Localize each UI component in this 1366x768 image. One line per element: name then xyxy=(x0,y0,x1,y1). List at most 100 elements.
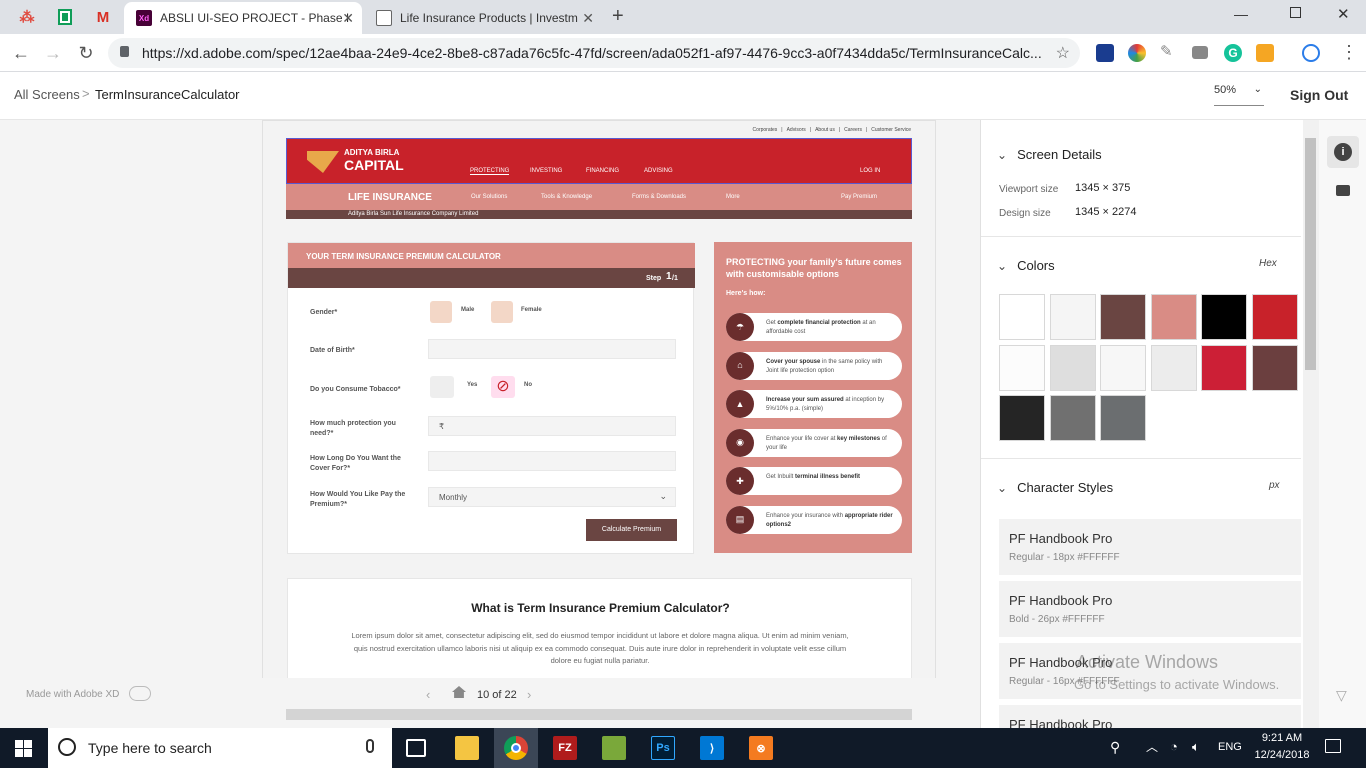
color-swatch[interactable] xyxy=(999,395,1045,441)
color-swatch[interactable] xyxy=(1100,395,1146,441)
nav-financing[interactable]: FINANCING xyxy=(586,168,619,174)
task-view-icon[interactable] xyxy=(406,739,426,757)
color-swatch[interactable] xyxy=(1049,344,1096,391)
subnav-tools[interactable]: Tools & Knowledge xyxy=(541,194,592,200)
asana-pinned-tab-icon[interactable]: ⁂ xyxy=(8,3,46,31)
chrome-taskbar-active[interactable] xyxy=(494,728,538,768)
people-icon[interactable]: ⚲ xyxy=(1110,739,1120,756)
screen-details-header[interactable]: ⌄ Screen Details xyxy=(997,147,1102,162)
gmail-pinned-tab-icon[interactable]: M xyxy=(84,3,122,31)
color-swatch[interactable] xyxy=(1251,294,1298,340)
cover-field[interactable] xyxy=(428,451,676,471)
login-link[interactable]: LOG IN xyxy=(860,168,880,174)
vscode-icon[interactable]: ⟩ xyxy=(700,736,724,760)
color-swatch[interactable] xyxy=(1201,294,1247,340)
file-explorer-icon[interactable] xyxy=(455,736,479,760)
top-link[interactable]: About us xyxy=(815,127,835,133)
action-center-icon[interactable] xyxy=(1325,739,1341,753)
prev-screen-icon[interactable]: ‹ xyxy=(426,687,430,702)
char-styles-header[interactable]: ⌄ Character Styles xyxy=(997,480,1113,495)
grammarly-extension-icon[interactable]: G xyxy=(1224,44,1242,62)
horizontal-scrollbar[interactable] xyxy=(286,709,912,720)
forward-icon[interactable]: → xyxy=(40,40,66,66)
color-swatch[interactable] xyxy=(1150,344,1197,391)
news-extension-icon[interactable] xyxy=(1096,44,1114,62)
menu-kebab-icon[interactable]: ⋮ xyxy=(1340,42,1358,62)
color-swatch[interactable] xyxy=(999,294,1045,340)
filter-icon[interactable]: ▽ xyxy=(1336,687,1347,704)
zoom-select[interactable]: 50% ⌄ xyxy=(1214,84,1264,106)
no-tobacco-icon[interactable]: ⊘ xyxy=(491,376,515,398)
restore-icon[interactable] xyxy=(1290,7,1301,18)
color-swatch[interactable] xyxy=(1100,294,1146,340)
sign-out-button[interactable]: Sign Out xyxy=(1290,87,1348,103)
info-tab[interactable]: i xyxy=(1327,136,1359,168)
char-style-item[interactable]: PF Handbook Pro Regular - 18px #FFFFFF xyxy=(999,519,1301,575)
top-link[interactable]: Customer Service xyxy=(871,127,911,133)
new-tab-icon[interactable]: + xyxy=(612,5,624,28)
home-icon[interactable] xyxy=(452,686,466,698)
calculate-premium-button[interactable]: Calculate Premium xyxy=(586,519,677,541)
color-picker-extension-icon[interactable] xyxy=(1128,44,1146,62)
camera-extension-icon[interactable] xyxy=(1192,46,1208,59)
top-link[interactable]: Careers xyxy=(844,127,862,133)
panel-scrollbar[interactable] xyxy=(1303,120,1319,728)
photoshop-icon[interactable]: Ps xyxy=(651,736,675,760)
globe-extension-icon[interactable] xyxy=(1302,44,1320,62)
color-swatch[interactable] xyxy=(1100,344,1146,391)
scrollbar-thumb[interactable] xyxy=(1305,138,1316,370)
comment-icon[interactable] xyxy=(1336,185,1350,196)
subnav-more[interactable]: More xyxy=(726,194,740,200)
filezilla-icon[interactable]: FZ xyxy=(553,736,577,760)
color-swatch[interactable] xyxy=(1150,294,1197,340)
tab-life-insurance[interactable]: Life Insurance Products | Investm ✕ xyxy=(364,2,602,34)
pay-premium-link[interactable]: Pay Premium xyxy=(841,194,877,200)
wifi-icon[interactable]: ◔ xyxy=(1170,739,1178,754)
clock-time[interactable]: 9:21 AM xyxy=(1254,732,1310,744)
all-screens-link[interactable]: All Screens xyxy=(14,87,80,102)
sheets-pinned-tab-icon[interactable] xyxy=(46,3,84,31)
next-screen-icon[interactable]: › xyxy=(527,687,531,702)
subnav-solutions[interactable]: Our Solutions xyxy=(471,194,507,200)
language-indicator[interactable]: ENG xyxy=(1218,741,1242,753)
char-style-item[interactable]: PF Handbook Pro Bold - 26px #FFFFFF xyxy=(999,581,1301,637)
top-link[interactable]: Corporates xyxy=(753,127,778,133)
pay-select[interactable]: Monthly ⌄ xyxy=(428,487,676,507)
color-swatch[interactable] xyxy=(1049,294,1096,340)
color-swatch[interactable] xyxy=(1251,344,1298,391)
xampp-icon[interactable]: ⊗ xyxy=(749,736,773,760)
volume-icon[interactable]: 🔈︎ xyxy=(1192,739,1200,755)
tobacco-yes-icon[interactable] xyxy=(430,376,454,398)
top-link[interactable]: Advisors xyxy=(787,127,806,133)
female-avatar-icon[interactable] xyxy=(491,301,513,323)
close-tab-icon[interactable]: ✕ xyxy=(582,10,594,27)
tab-xd-project[interactable]: Xd ABSLI UI-SEO PROJECT - Phase I ✕ xyxy=(124,2,362,34)
color-swatch[interactable] xyxy=(1049,395,1096,441)
notepad-plus-icon[interactable] xyxy=(602,736,626,760)
reload-icon[interactable]: ↻ xyxy=(73,40,99,66)
bookmark-star-icon[interactable]: ☆ xyxy=(1056,43,1070,63)
subnav-forms[interactable]: Forms & Downloads xyxy=(632,194,686,200)
taskbar-search-input[interactable]: Type here to search xyxy=(48,728,392,768)
show-hidden-icons-icon[interactable]: ︿ xyxy=(1146,738,1158,755)
close-tab-icon[interactable]: ✕ xyxy=(342,10,354,27)
clock-date[interactable]: 12/24/2018 xyxy=(1250,749,1314,761)
lock-extension-icon[interactable] xyxy=(1256,44,1274,62)
pencil-extension-icon[interactable]: ✎ xyxy=(1160,42,1178,60)
url-input[interactable]: https://xd.adobe.com/spec/12ae4baa-24e9-… xyxy=(108,38,1080,68)
dob-field[interactable] xyxy=(428,339,676,359)
colors-header[interactable]: ⌄ Colors xyxy=(997,258,1055,273)
windows-start-icon[interactable] xyxy=(15,740,32,757)
male-avatar-icon[interactable] xyxy=(430,301,452,323)
back-icon[interactable]: ← xyxy=(8,40,34,66)
nav-advising[interactable]: ADVISING xyxy=(644,168,673,174)
nav-protecting[interactable]: PROTECTING xyxy=(470,168,510,175)
close-window-icon[interactable]: ✕ xyxy=(1337,5,1350,23)
protection-field[interactable]: ₹ xyxy=(428,416,676,436)
minimize-icon[interactable]: — xyxy=(1234,6,1248,22)
color-swatch[interactable] xyxy=(1201,344,1247,391)
char-format[interactable]: px xyxy=(1269,480,1280,491)
color-format[interactable]: Hex xyxy=(1259,258,1277,269)
char-style-item[interactable]: PF Handbook Pro xyxy=(999,705,1301,728)
color-swatch[interactable] xyxy=(999,344,1045,391)
